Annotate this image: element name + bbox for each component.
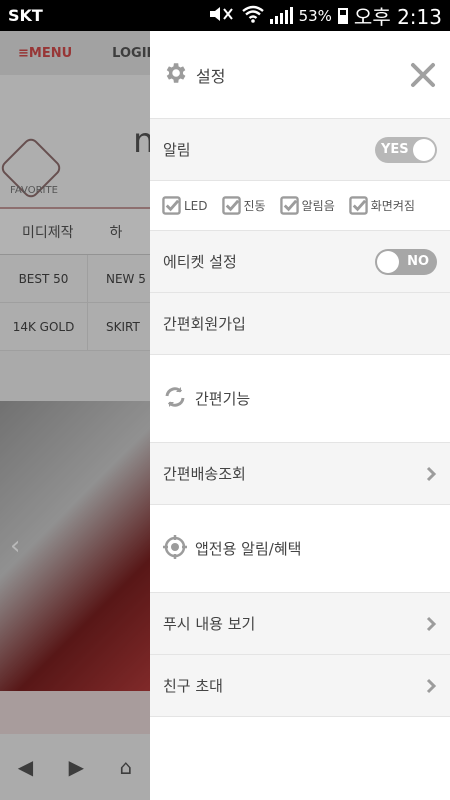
status-bar: SKT 53% 오후 2:13 bbox=[0, 0, 450, 31]
settings-drawer: 설정 알림 YES LED 진동 알림음 화면켜짐 에티켓 설정 NO 간편회원… bbox=[150, 31, 450, 800]
delivery-row[interactable]: 간편배송조회 bbox=[150, 443, 450, 505]
chevron-right-icon bbox=[426, 466, 437, 481]
status-icons: 53% 오후 2:13 bbox=[208, 1, 442, 30]
etiquette-toggle-text: NO bbox=[407, 254, 429, 269]
led-label: LED bbox=[184, 198, 208, 213]
checkbox-checked-icon bbox=[348, 196, 368, 215]
etiquette-label: 에티켓 설정 bbox=[163, 253, 237, 271]
chevron-right-icon bbox=[426, 616, 437, 631]
toggle-knob bbox=[377, 250, 399, 273]
checkbox-checked-icon bbox=[162, 196, 181, 215]
screen-on-label: 화면켜짐 bbox=[370, 199, 415, 213]
simple-feature-section: 간편기능 bbox=[150, 355, 450, 443]
sound-checkbox[interactable]: 알림음 bbox=[279, 196, 335, 215]
alarm-row: 알림 YES bbox=[150, 119, 450, 181]
signal-icon bbox=[269, 6, 293, 24]
mute-icon bbox=[208, 5, 236, 27]
dim-overlay[interactable] bbox=[0, 31, 150, 800]
alarm-label: 알림 bbox=[163, 141, 191, 159]
refresh-icon bbox=[163, 385, 195, 413]
target-icon bbox=[163, 534, 195, 563]
simple-join-row[interactable]: 간편회원가입 bbox=[150, 293, 450, 355]
background-app: ≡MENU LOGIN FAVORITE n 미디제작 하 BEST 50 NE… bbox=[0, 31, 150, 800]
vibration-checkbox[interactable]: 진동 bbox=[221, 196, 266, 215]
push-view-label: 푸시 내용 보기 bbox=[163, 615, 256, 633]
led-checkbox[interactable]: LED bbox=[162, 196, 208, 215]
toggle-knob bbox=[413, 138, 435, 161]
simple-feature-label: 간편기능 bbox=[195, 390, 251, 408]
battery-percent: 53% bbox=[298, 6, 332, 25]
wifi-icon bbox=[241, 5, 264, 27]
alarm-options-row: LED 진동 알림음 화면켜짐 bbox=[150, 181, 450, 231]
simple-join-label: 간편회원가입 bbox=[163, 315, 246, 333]
checkbox-checked-icon bbox=[279, 196, 299, 215]
invite-label: 친구 초대 bbox=[163, 677, 223, 695]
alarm-toggle[interactable]: YES bbox=[375, 136, 437, 163]
drawer-header: 설정 bbox=[150, 31, 450, 119]
alarm-toggle-text: YES bbox=[381, 142, 409, 157]
close-button[interactable] bbox=[408, 60, 438, 90]
push-view-row[interactable]: 푸시 내용 보기 bbox=[150, 593, 450, 655]
close-icon bbox=[411, 62, 435, 87]
checkbox-checked-icon bbox=[221, 196, 241, 215]
etiquette-row: 에티켓 설정 NO bbox=[150, 231, 450, 293]
gear-icon bbox=[162, 60, 196, 90]
sound-label: 알림음 bbox=[301, 199, 335, 213]
drawer-title: 설정 bbox=[196, 66, 226, 86]
screen-on-checkbox[interactable]: 화면켜짐 bbox=[348, 196, 415, 215]
clock: 오후 2:13 bbox=[353, 5, 442, 29]
app-alarm-label: 앱전용 알림/혜택 bbox=[195, 540, 302, 558]
delivery-label: 간편배송조회 bbox=[163, 465, 246, 483]
chevron-right-icon bbox=[426, 678, 437, 693]
app-alarm-section: 앱전용 알림/혜택 bbox=[150, 505, 450, 593]
etiquette-toggle[interactable]: NO bbox=[375, 248, 437, 275]
carrier-label: SKT bbox=[8, 6, 43, 25]
invite-row[interactable]: 친구 초대 bbox=[150, 655, 450, 717]
vibration-label: 진동 bbox=[243, 199, 266, 213]
battery-icon bbox=[337, 7, 348, 24]
